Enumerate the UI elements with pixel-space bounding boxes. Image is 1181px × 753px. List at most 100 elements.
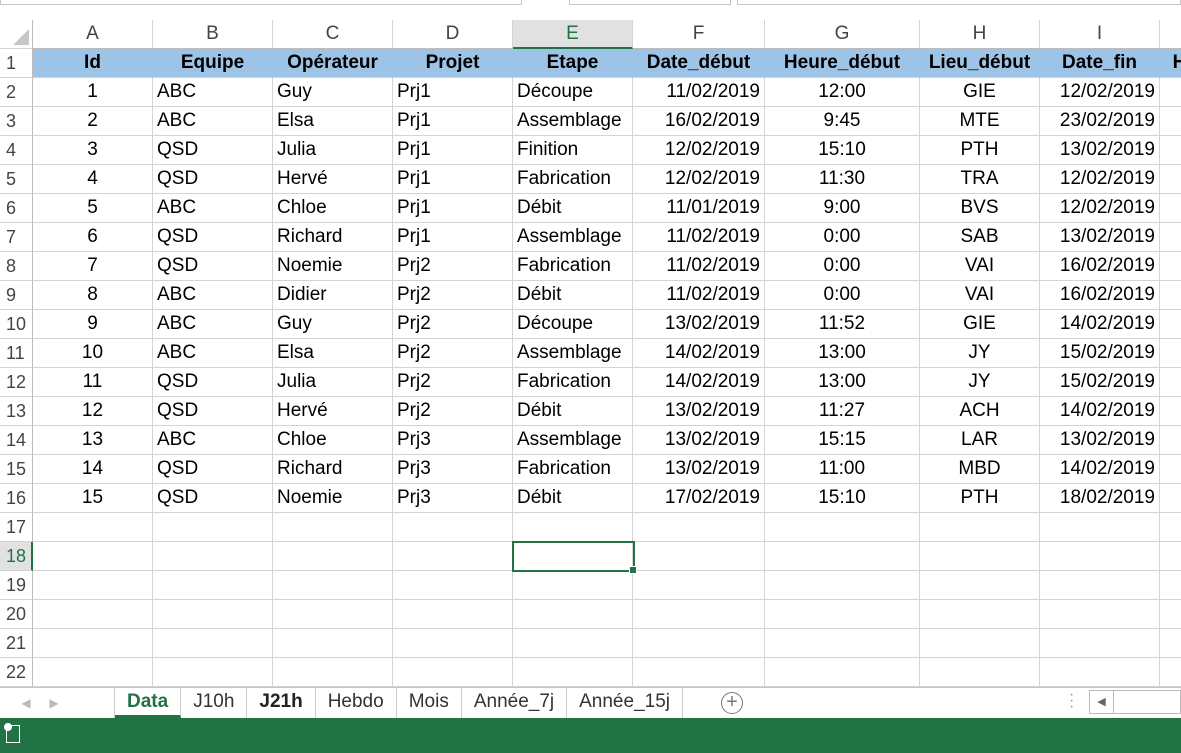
cell[interactable]: JY bbox=[920, 368, 1040, 397]
cell[interactable] bbox=[765, 513, 920, 542]
cell[interactable] bbox=[153, 600, 273, 629]
cell[interactable]: Prj2 bbox=[393, 397, 513, 426]
row-header[interactable]: 20 bbox=[0, 600, 33, 629]
cell[interactable]: Prj1 bbox=[393, 136, 513, 165]
cell[interactable] bbox=[273, 629, 393, 658]
cell[interactable] bbox=[33, 542, 153, 571]
cell[interactable] bbox=[1160, 484, 1181, 513]
cell[interactable]: Guy bbox=[273, 78, 393, 107]
cell[interactable]: QSD bbox=[153, 165, 273, 194]
sheet-tab[interactable]: Hebdo bbox=[316, 688, 397, 718]
cell[interactable]: 3 bbox=[33, 136, 153, 165]
next-sheet-icon[interactable]: ▶ bbox=[44, 696, 64, 710]
cell[interactable] bbox=[1160, 136, 1181, 165]
cell[interactable] bbox=[1160, 397, 1181, 426]
row-header[interactable]: 7 bbox=[0, 223, 33, 252]
cell[interactable]: 0:00 bbox=[765, 223, 920, 252]
cell[interactable] bbox=[1040, 571, 1160, 600]
cell[interactable] bbox=[1160, 78, 1181, 107]
cell[interactable]: 17/02/2019 bbox=[633, 484, 765, 513]
cell[interactable] bbox=[1040, 658, 1160, 687]
cell[interactable]: Assemblage bbox=[513, 223, 633, 252]
cell[interactable] bbox=[513, 513, 633, 542]
cell[interactable] bbox=[1160, 223, 1181, 252]
row-header[interactable]: 14 bbox=[0, 426, 33, 455]
cell[interactable]: Hervé bbox=[273, 165, 393, 194]
cell[interactable]: 11:52 bbox=[765, 310, 920, 339]
row-header[interactable]: 6 bbox=[0, 194, 33, 223]
cell[interactable]: 8 bbox=[33, 281, 153, 310]
cell[interactable] bbox=[513, 600, 633, 629]
cell[interactable]: 13/02/2019 bbox=[1040, 136, 1160, 165]
cell[interactable] bbox=[513, 629, 633, 658]
row-header[interactable]: 19 bbox=[0, 571, 33, 600]
cell[interactable]: 14/02/2019 bbox=[633, 339, 765, 368]
sheet-tab[interactable]: Mois bbox=[397, 688, 462, 718]
cell[interactable]: SAB bbox=[920, 223, 1040, 252]
cell[interactable] bbox=[513, 542, 633, 571]
cell[interactable] bbox=[920, 629, 1040, 658]
cell[interactable] bbox=[393, 542, 513, 571]
cell[interactable]: Richard bbox=[273, 223, 393, 252]
cell[interactable] bbox=[633, 542, 765, 571]
cell[interactable]: 13/02/2019 bbox=[1040, 426, 1160, 455]
header-cell[interactable]: Lieu_début bbox=[920, 49, 1040, 78]
cell[interactable] bbox=[1160, 310, 1181, 339]
cell[interactable]: 4 bbox=[33, 165, 153, 194]
cell[interactable] bbox=[33, 658, 153, 687]
cell[interactable]: Richard bbox=[273, 455, 393, 484]
cell[interactable]: 11:00 bbox=[765, 455, 920, 484]
cell[interactable]: 13:00 bbox=[765, 339, 920, 368]
cell[interactable]: PTH bbox=[920, 484, 1040, 513]
cell[interactable]: Prj2 bbox=[393, 281, 513, 310]
cell[interactable]: Prj1 bbox=[393, 78, 513, 107]
row-header[interactable]: 11 bbox=[0, 339, 33, 368]
sheet-tab[interactable]: J10h bbox=[181, 688, 248, 718]
cell[interactable]: QSD bbox=[153, 484, 273, 513]
cell[interactable]: 9 bbox=[33, 310, 153, 339]
cell[interactable]: 11/02/2019 bbox=[633, 281, 765, 310]
cell[interactable] bbox=[1160, 600, 1181, 629]
cell[interactable] bbox=[33, 571, 153, 600]
cell[interactable]: Assemblage bbox=[513, 339, 633, 368]
cell[interactable]: Débit bbox=[513, 484, 633, 513]
cell[interactable]: 15 bbox=[33, 484, 153, 513]
cell[interactable]: Guy bbox=[273, 310, 393, 339]
cell[interactable]: 1 bbox=[33, 78, 153, 107]
cell[interactable] bbox=[1160, 629, 1181, 658]
column-header-H[interactable]: H bbox=[920, 20, 1040, 49]
cell[interactable]: 12 bbox=[33, 397, 153, 426]
row-header[interactable]: 17 bbox=[0, 513, 33, 542]
cell[interactable] bbox=[153, 571, 273, 600]
cell[interactable]: 13/02/2019 bbox=[633, 455, 765, 484]
cell[interactable]: 13 bbox=[33, 426, 153, 455]
cell[interactable] bbox=[273, 513, 393, 542]
cell[interactable]: Prj1 bbox=[393, 223, 513, 252]
row-header[interactable]: 16 bbox=[0, 484, 33, 513]
cell[interactable] bbox=[1040, 600, 1160, 629]
cell[interactable] bbox=[1160, 658, 1181, 687]
cell[interactable] bbox=[633, 629, 765, 658]
cell[interactable]: 9:00 bbox=[765, 194, 920, 223]
column-header-C[interactable]: C bbox=[273, 20, 393, 49]
cell[interactable]: Elsa bbox=[273, 107, 393, 136]
cell[interactable] bbox=[1160, 513, 1181, 542]
cell[interactable]: 0:00 bbox=[765, 252, 920, 281]
cell[interactable]: LAR bbox=[920, 426, 1040, 455]
cell[interactable]: Débit bbox=[513, 281, 633, 310]
cell[interactable]: BVS bbox=[920, 194, 1040, 223]
formula-toolbar[interactable] bbox=[569, 0, 731, 5]
column-header-F[interactable]: F bbox=[633, 20, 765, 49]
cell[interactable] bbox=[33, 513, 153, 542]
cell[interactable]: QSD bbox=[153, 455, 273, 484]
cell[interactable] bbox=[920, 513, 1040, 542]
row-header[interactable]: 8 bbox=[0, 252, 33, 281]
cell[interactable]: 11 bbox=[33, 368, 153, 397]
cell[interactable]: Prj2 bbox=[393, 310, 513, 339]
sheet-tab[interactable]: J21h bbox=[247, 688, 316, 718]
sheet-tab[interactable]: Année_15j bbox=[567, 688, 683, 718]
cell[interactable] bbox=[153, 658, 273, 687]
cell[interactable]: MBD bbox=[920, 455, 1040, 484]
cell[interactable] bbox=[765, 658, 920, 687]
cell[interactable]: Chloe bbox=[273, 426, 393, 455]
